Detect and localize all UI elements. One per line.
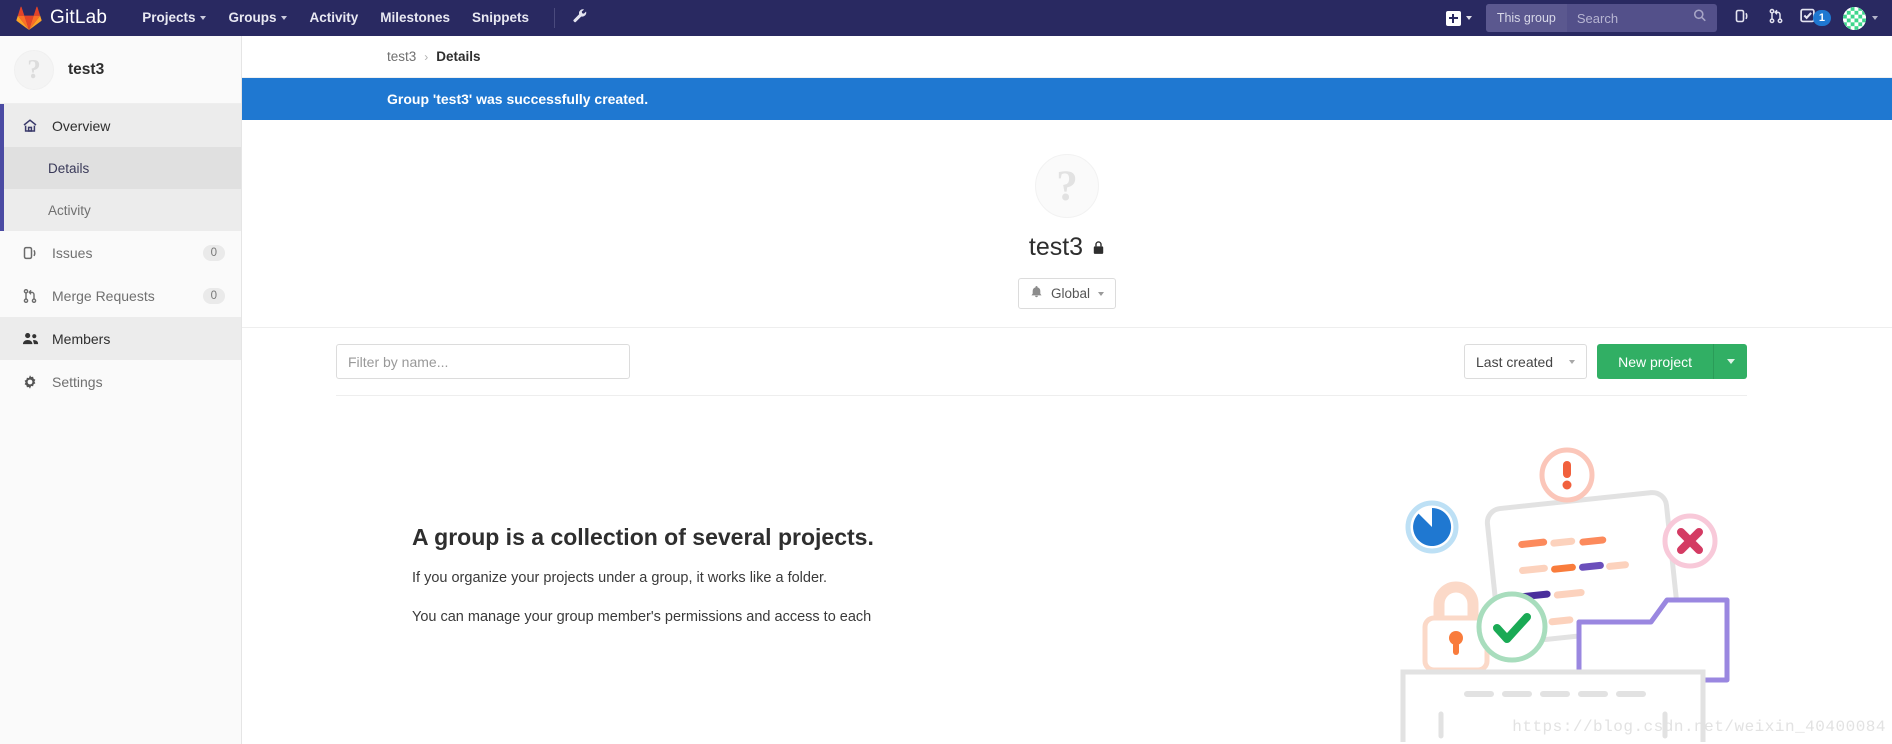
sidebar-group-avatar: ? <box>14 49 54 90</box>
gitlab-logo-link[interactable]: GitLab <box>16 6 107 30</box>
chevron-down-icon <box>1569 359 1576 364</box>
search-scope-label[interactable]: This group <box>1485 4 1567 32</box>
chevron-down-icon <box>1098 291 1105 296</box>
sidebar-issues-count: 0 <box>202 244 225 261</box>
chevron-down-icon <box>1465 16 1472 20</box>
main-content: test3 › Details Group 'test3' was succes… <box>242 36 1892 744</box>
empty-state-panel: A group is a collection of several proje… <box>242 396 1892 744</box>
notification-settings-dropdown[interactable]: Global <box>1017 278 1117 309</box>
sort-dropdown-label: Last created <box>1476 353 1554 370</box>
search-input[interactable]: Search <box>1567 4 1717 32</box>
flash-success-message: Group 'test3' was successfully created. <box>242 78 1892 120</box>
new-dropdown-button[interactable] <box>1438 0 1480 36</box>
nav-item-snippets[interactable]: Snippets <box>461 0 540 36</box>
sidebar-item-activity-label: Activity <box>48 202 91 218</box>
issues-nav-button[interactable] <box>1725 0 1759 36</box>
top-navbar: GitLab Projects Groups Activity Mileston… <box>0 0 1892 36</box>
breadcrumb-separator: › <box>424 49 429 64</box>
gitlab-brand-text: GitLab <box>50 7 108 28</box>
sidebar-item-settings-label: Settings <box>52 373 103 390</box>
chevron-down-icon[interactable] <box>1872 16 1878 20</box>
page-title: test3 <box>1029 233 1105 262</box>
breadcrumb-parent[interactable]: test3 <box>387 49 416 64</box>
group-home-panel: ? test3 Global <box>242 120 1892 328</box>
breadcrumb: test3 › Details <box>242 36 1892 78</box>
gear-icon <box>22 374 40 390</box>
sidebar-item-activity[interactable]: Activity <box>0 189 241 231</box>
home-icon <box>22 118 40 134</box>
sidebar-item-overview[interactable]: Overview <box>0 104 241 147</box>
sidebar-group-name: test3 <box>68 60 105 78</box>
sidebar-item-details[interactable]: Details <box>0 147 241 189</box>
wrench-icon <box>572 8 587 28</box>
empty-state-title: A group is a collection of several proje… <box>412 524 874 550</box>
issues-icon <box>22 245 40 261</box>
nav-divider <box>554 8 556 28</box>
new-project-button[interactable]: New project <box>1597 344 1713 379</box>
notification-label: Global <box>1050 286 1091 301</box>
new-project-split-button: New project <box>1597 344 1747 379</box>
projects-toolbar: Last created New project <box>336 328 1747 396</box>
nav-item-snippets-label: Snippets <box>472 10 530 25</box>
primary-nav: Projects Groups Activity Milestones Snip… <box>131 0 593 36</box>
nav-item-projects[interactable]: Projects <box>131 0 217 36</box>
bell-icon <box>1030 285 1043 302</box>
nav-item-groups[interactable]: Groups <box>217 0 298 36</box>
empty-state-text: A group is a collection of several proje… <box>412 442 874 645</box>
nav-item-activity-label: Activity <box>309 10 359 25</box>
lock-icon <box>1092 233 1105 262</box>
empty-state-paragraph-2: You can manage your group member's permi… <box>412 609 872 626</box>
gitlab-tanuki-icon <box>16 6 42 30</box>
group-title-text: test3 <box>1028 233 1084 261</box>
group-avatar: ? <box>1035 154 1099 218</box>
nav-item-activity[interactable]: Activity <box>298 0 369 36</box>
sidebar-item-details-label: Details <box>48 160 90 176</box>
sort-dropdown[interactable]: Last created <box>1464 344 1588 379</box>
merge-requests-icon <box>1768 8 1784 29</box>
empty-state-paragraph-1: If you organize your projects under a gr… <box>412 570 828 586</box>
todos-nav-button[interactable]: 1 <box>1793 7 1837 29</box>
toolbar-actions: Last created New project <box>1464 344 1747 379</box>
new-project-dropdown-toggle[interactable] <box>1713 344 1747 379</box>
chevron-down-icon <box>1726 359 1735 364</box>
sidebar-group-header[interactable]: ? test3 <box>0 36 241 104</box>
sidebar-item-members-label: Members <box>52 330 111 347</box>
user-avatar[interactable] <box>1843 6 1866 30</box>
filter-by-name-input[interactable] <box>336 344 630 379</box>
flash-message-text: Group 'test3' was successfully created. <box>387 91 649 107</box>
merge-requests-icon <box>22 288 40 304</box>
breadcrumb-current: Details <box>436 49 481 64</box>
sidebar-overview-submenu: Details Activity <box>0 147 241 231</box>
empty-state-illustration <box>1367 442 1747 744</box>
sidebar-item-merge-requests-label: Merge Requests <box>52 287 155 304</box>
sidebar-item-merge-requests[interactable]: Merge Requests 0 <box>0 274 241 317</box>
nav-item-milestones[interactable]: Milestones <box>369 0 461 36</box>
plus-icon <box>1445 10 1461 26</box>
chevron-down-icon <box>200 16 207 20</box>
sidebar-item-members[interactable]: Members <box>0 317 241 360</box>
group-sidebar: ? test3 Overview Details Activity Issues… <box>0 36 242 744</box>
search-bar[interactable]: This group Search <box>1485 4 1717 32</box>
admin-area-button[interactable] <box>565 0 593 36</box>
nav-item-projects-label: Projects <box>142 10 196 25</box>
members-icon <box>22 331 40 347</box>
todos-count-badge: 1 <box>1812 10 1831 26</box>
chevron-down-icon <box>281 16 288 20</box>
sidebar-item-settings[interactable]: Settings <box>0 360 241 403</box>
search-icon <box>1693 9 1707 28</box>
nav-item-groups-label: Groups <box>228 10 277 25</box>
navbar-right-actions: This group Search 1 <box>1438 0 1892 36</box>
search-placeholder: Search <box>1576 10 1619 26</box>
sidebar-item-issues[interactable]: Issues 0 <box>0 231 241 274</box>
merge-requests-nav-button[interactable] <box>1759 0 1793 36</box>
sidebar-item-overview-label: Overview <box>52 117 111 134</box>
nav-item-milestones-label: Milestones <box>380 10 451 25</box>
sidebar-item-issues-label: Issues <box>52 244 93 261</box>
sidebar-merge-requests-count: 0 <box>202 287 225 304</box>
issues-icon <box>1734 8 1750 29</box>
